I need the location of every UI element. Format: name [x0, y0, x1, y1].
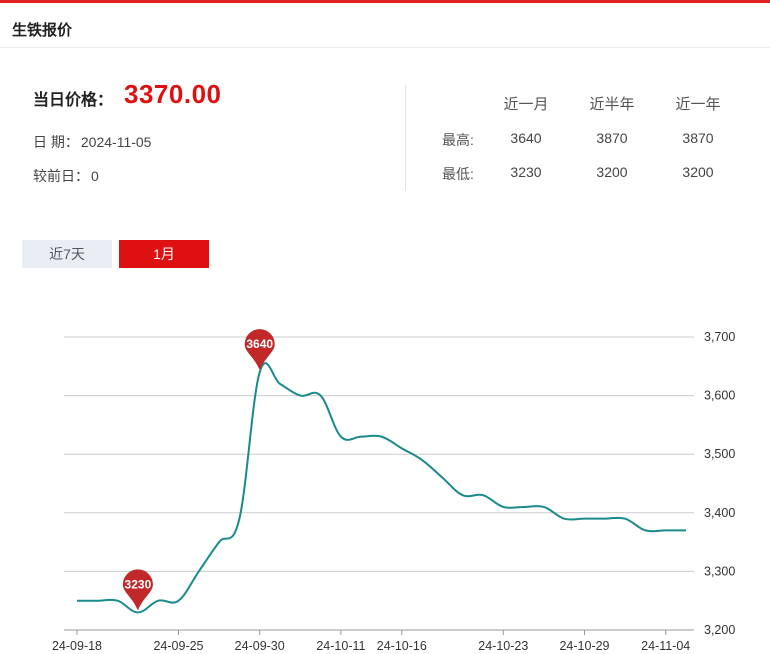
x-tick-label: 24-10-16: [377, 639, 427, 653]
x-tick-label: 24-10-11: [316, 639, 365, 653]
stats-col-halfyear: 近半年: [589, 96, 635, 113]
stats-divider: [405, 85, 406, 191]
price-value: 3370.00: [124, 79, 222, 109]
y-tick-label: 3,200: [704, 623, 735, 637]
y-tick-label: 3,500: [704, 447, 735, 461]
stats-low-month: 3230: [510, 164, 542, 180]
page-title: 生铁报价: [12, 22, 73, 39]
stats-high-year: 3870: [682, 130, 714, 146]
stats-low-label: 最低:: [442, 166, 474, 182]
x-tick-label: 24-09-25: [153, 639, 203, 653]
price-line-chart: 3,700 3,600 3,500 3,400 3,300 3,200 24-09-18 24…: [52, 329, 735, 653]
marker-label: 3230: [125, 577, 152, 591]
stats-high-label: 最高:: [442, 132, 474, 148]
y-tick-label: 3,700: [704, 330, 735, 344]
stats-col-month: 近一月: [503, 96, 549, 113]
y-tick-label: 3,400: [704, 506, 735, 520]
stats-high-month: 3640: [510, 130, 542, 146]
date-row: 日 期： 2024-11-05: [33, 132, 151, 152]
price-label: 当日价格：: [33, 92, 114, 109]
tab-1-month[interactable]: 1月: [119, 240, 209, 268]
y-tick-label: 3,600: [704, 389, 735, 403]
marker-label: 3640: [246, 337, 273, 351]
date-value: 2024-11-05: [80, 134, 152, 150]
tab-7-days[interactable]: 近7天: [22, 240, 112, 268]
change-row: 较前日： 0: [33, 166, 99, 186]
y-tick-label: 3,300: [704, 564, 735, 578]
date-label: 日 期：: [33, 134, 79, 150]
stats-low-year: 3200: [682, 164, 714, 180]
page-header: 生铁报价: [0, 3, 770, 48]
change-label: 较前日：: [33, 168, 89, 184]
x-tick-label: 24-10-23: [478, 639, 528, 653]
change-value: 0: [91, 168, 99, 184]
x-tick-label: 24-09-30: [235, 639, 285, 653]
x-tick-label: 24-11-04: [641, 639, 690, 653]
stats-high-halfyear: 3870: [596, 130, 628, 146]
x-tick-label: 24-09-18: [52, 639, 102, 653]
stats-low-halfyear: 3200: [596, 164, 628, 180]
stats-col-year: 近一年: [675, 96, 721, 113]
price-series-line: [77, 362, 686, 614]
x-tick-label: 24-10-29: [559, 639, 609, 653]
